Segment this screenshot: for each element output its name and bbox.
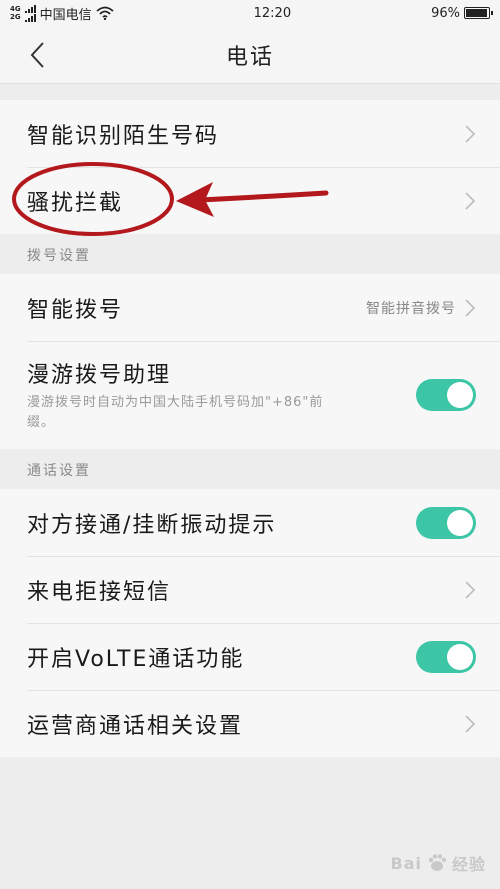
toggle-knob	[447, 382, 473, 408]
toggle-knob	[447, 643, 473, 670]
network-type: 4G 2G	[10, 5, 21, 21]
row-harassment-block[interactable]: 骚扰拦截	[0, 167, 500, 234]
watermark-brand: Bai	[390, 853, 422, 873]
row-reject-sms[interactable]: 来电拒接短信	[0, 556, 500, 623]
group-call: 对方接通/挂断振动提示 来电拒接短信 开启VoLTE通话功能 运营商通话相关设置	[0, 489, 500, 757]
section-header-dial: 拨号设置	[0, 234, 500, 274]
chevron-right-icon	[465, 580, 476, 599]
signal-icon	[24, 4, 36, 22]
row-value: 智能拼音拨号	[366, 300, 456, 317]
toggle-knob	[447, 509, 473, 536]
back-button[interactable]	[22, 40, 52, 70]
volte-toggle[interactable]	[416, 640, 476, 673]
nav-bar: 电话	[0, 26, 500, 84]
network-tag-4g: 4G	[10, 5, 21, 13]
row-carrier-settings[interactable]: 运营商通话相关设置	[0, 690, 500, 757]
section-header-call: 通话设置	[0, 449, 500, 489]
status-left: 4G 2G 中国电信	[10, 4, 114, 23]
baidu-watermark: Bai 经验	[391, 851, 487, 875]
vibrate-toggle[interactable]	[416, 506, 476, 539]
group-identification: 智能识别陌生号码 骚扰拦截	[0, 100, 500, 234]
row-label: 运营商通话相关设置	[27, 713, 244, 739]
row-label: 漫游拨号助理	[27, 363, 172, 388]
status-time: 12:20	[253, 5, 292, 21]
status-right: 96%	[431, 5, 493, 21]
watermark-text: 经验	[451, 855, 486, 874]
row-description: 漫游拨号时自动为中国大陆手机号码加"+86"前缀。	[27, 395, 324, 430]
row-volte: 开启VoLTE通话功能	[0, 623, 500, 690]
carrier-name: 中国电信	[39, 7, 92, 23]
wifi-icon	[96, 6, 114, 20]
row-label: 来电拒接短信	[27, 579, 172, 605]
roaming-toggle[interactable]	[416, 379, 476, 411]
row-smart-identify[interactable]: 智能识别陌生号码	[0, 100, 500, 167]
network-tag-2g: 2G	[10, 13, 21, 21]
status-bar: 4G 2G 中国电信 12:20 96%	[0, 0, 500, 26]
chevron-right-icon	[465, 714, 476, 733]
page-title: 电话	[225, 44, 274, 70]
row-label: 智能拨号	[27, 297, 124, 323]
row-roaming-assistant: 漫游拨号助理 漫游拨号时自动为中国大陆手机号码加"+86"前缀。	[0, 341, 500, 449]
row-label: 骚扰拦截	[27, 190, 124, 216]
chevron-left-icon	[30, 42, 44, 68]
chevron-right-icon	[465, 124, 476, 143]
battery-icon	[463, 7, 493, 19]
group-dial: 智能拨号 智能拼音拨号 漫游拨号助理 漫游拨号时自动为中国大陆手机号码加"+86…	[0, 274, 500, 449]
row-label: 对方接通/挂断振动提示	[27, 512, 277, 538]
row-label: 开启VoLTE通话功能	[27, 646, 245, 672]
row-smart-dial[interactable]: 智能拨号 智能拼音拨号	[0, 274, 500, 341]
battery-fill	[465, 9, 488, 17]
battery-percent: 96%	[431, 5, 460, 21]
row-vibrate-hint: 对方接通/挂断振动提示	[0, 489, 500, 556]
chevron-right-icon	[465, 191, 476, 210]
paw-icon	[428, 854, 447, 871]
row-label: 智能识别陌生号码	[27, 123, 220, 149]
chevron-right-icon	[465, 298, 476, 317]
